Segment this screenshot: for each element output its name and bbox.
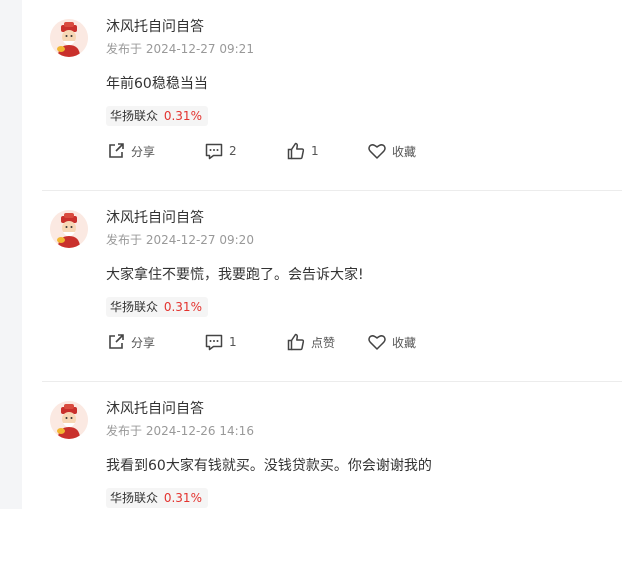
post-content[interactable]: 大家拿住不要慌，我要跑了。会告诉大家! [106, 264, 364, 284]
post-date: 发布于 2024-12-26 14:16 [106, 424, 254, 438]
heart-icon [368, 144, 386, 159]
stock-change: 0.31% [163, 109, 202, 123]
post-content[interactable]: 我看到60大家有钱就买。没钱贷款买。你会谢谢我的 [106, 455, 432, 475]
share-icon [109, 143, 124, 158]
share-button[interactable]: 分享 [106, 331, 155, 353]
share-button[interactable]: 分享 [106, 140, 155, 162]
comment-icon [205, 143, 223, 160]
stock-name: 华扬联众 [110, 109, 159, 123]
avatar[interactable] [50, 210, 88, 248]
share-label: 分享 [131, 144, 156, 159]
stock-tag[interactable]: 华扬联众 0.31% [106, 106, 208, 126]
like-button[interactable]: 1 [286, 140, 319, 162]
share-icon [109, 334, 124, 349]
avatar[interactable] [50, 401, 88, 439]
comment-count: 1 [229, 335, 237, 349]
post-item: 沐风托自问自答 发布于 2024-12-27 09:21 年前60稳稳当当 华扬… [42, 0, 622, 191]
comment-icon [205, 334, 223, 351]
author-name[interactable]: 沐风托自问自答 [106, 207, 204, 227]
post-item: 沐风托自问自答 发布于 2024-12-27 09:20 大家拿住不要慌，我要跑… [42, 190, 622, 382]
author-name[interactable]: 沐风托自问自答 [106, 16, 204, 36]
avatar[interactable] [50, 19, 88, 57]
comment-button[interactable]: 2 [204, 140, 237, 162]
post-date: 发布于 2024-12-27 09:21 [106, 42, 254, 56]
thumbs-up-icon [287, 333, 305, 351]
post-date: 发布于 2024-12-27 09:20 [106, 233, 254, 247]
like-count: 1 [311, 144, 319, 158]
post-content[interactable]: 年前60稳稳当当 [106, 73, 208, 93]
favorite-button[interactable]: 收藏 [367, 331, 416, 353]
like-button[interactable]: 点赞 [286, 331, 335, 353]
comment-button[interactable]: 1 [204, 331, 237, 353]
comment-count: 2 [229, 144, 237, 158]
post-item: 沐风托自问自答 发布于 2024-12-26 14:16 我看到60大家有钱就买… [42, 381, 622, 573]
left-gutter [0, 0, 22, 509]
thumbs-up-icon [287, 142, 305, 160]
stock-change: 0.31% [163, 491, 202, 505]
favorite-label: 收藏 [392, 144, 417, 159]
like-label: 点赞 [311, 335, 336, 350]
post-feed: 沐风托自问自答 发布于 2024-12-27 09:21 年前60稳稳当当 华扬… [42, 0, 622, 573]
heart-icon [368, 335, 386, 350]
share-label: 分享 [131, 335, 156, 350]
stock-tag[interactable]: 华扬联众 0.31% [106, 297, 208, 317]
stock-name: 华扬联众 [110, 300, 159, 314]
stock-tag[interactable]: 华扬联众 0.31% [106, 488, 208, 508]
author-name[interactable]: 沐风托自问自答 [106, 398, 204, 418]
favorite-button[interactable]: 收藏 [367, 140, 416, 162]
stock-change: 0.31% [163, 300, 202, 314]
favorite-label: 收藏 [392, 335, 417, 350]
stock-name: 华扬联众 [110, 491, 159, 505]
